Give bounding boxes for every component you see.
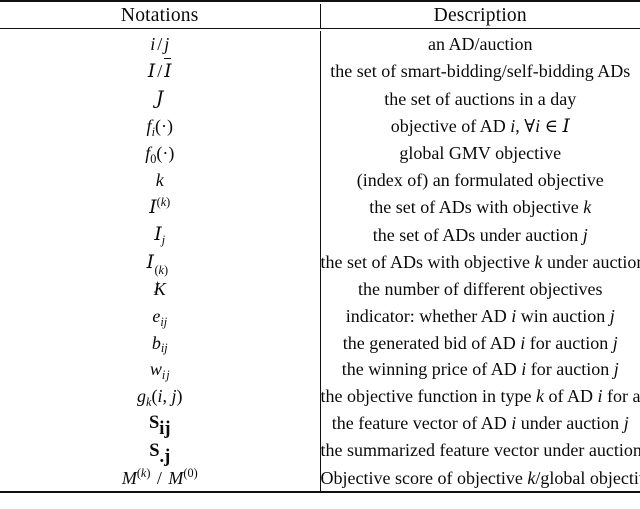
notation-symbol: Ij (154, 224, 166, 248)
notation-cell: I (k) j (0, 248, 321, 293)
description-text: the set of ADs with objective k under au… (320, 252, 640, 273)
description-cell: the generated bid of AD i for auction j (320, 330, 640, 357)
notation-symbol: wi j (149, 359, 170, 383)
notation-symbol: gk(i, j) (137, 385, 183, 409)
description-text: the set of ADs under auction j (372, 224, 588, 245)
description-text: the number of different objectives (357, 279, 603, 300)
notation-cell: gk(i, j) (0, 382, 321, 410)
notation-symbol: S.j (149, 440, 171, 467)
column-header-notations-label: Notations (120, 5, 199, 26)
description-text: the set of auctions in a day (384, 88, 577, 109)
notation-cell: S.j (0, 436, 321, 467)
notation-symbol: Sij (148, 413, 171, 440)
table-row: I(k) the set of ADs with objective k (0, 193, 640, 222)
table-header-row: Notations Description (0, 4, 640, 29)
table-row: gk(i, j) the objective function in type … (0, 382, 640, 410)
description-cell: the set of ADs under auction j (320, 221, 640, 249)
notation-cell: eij (0, 302, 321, 330)
description-cell: the set of ADs with objective k under au… (320, 249, 640, 277)
description-cell: the feature vector of AD i under auction… (320, 409, 640, 437)
notation-symbol: fi(·) (146, 116, 173, 140)
table-row: J the set of auctions in a day (0, 85, 640, 113)
table-row: S.j the summarized feature vector under … (0, 436, 640, 467)
description-text: Objective score of objective k/global ob… (320, 467, 640, 488)
notation-symbol: I / I (148, 57, 172, 86)
description-cell: the set of auctions in a day (320, 85, 640, 113)
notation-cell: J (0, 85, 321, 113)
description-cell: Objective score of objective k/global ob… (320, 465, 640, 493)
column-header-description-label: Description (433, 5, 527, 26)
description-text: an AD/auction (428, 34, 533, 54)
table-row: f0(·) global GMV objective (0, 140, 640, 167)
notation-symbol: J (156, 88, 164, 110)
column-header-description: Description (320, 4, 640, 29)
description-cell: the winning price of AD i for auction j (320, 356, 640, 383)
notation-symbol: f0(·) (145, 143, 175, 167)
notation-cell: bij (0, 329, 321, 357)
notation-symbol: I(k) (149, 195, 171, 218)
notation-cell: Sij (0, 409, 321, 440)
table-row: k (index of) an formulated objective (0, 166, 640, 194)
notation-symbol: k (155, 169, 164, 190)
table-bottom-rule (0, 491, 640, 496)
description-cell: objective of AD i, ∀i ∈ I (320, 113, 640, 141)
notation-table: Notations Description i / j an AD/auction … (0, 0, 640, 496)
description-text: (index of) an formulated objective (356, 169, 604, 190)
description-text: the winning price of AD i for auction j (341, 359, 619, 380)
table-row: Ij the set of ADs under auction j (0, 221, 640, 249)
notation-symbol: eij (152, 305, 168, 329)
description-text: indicator: whether AD i win auction j (345, 305, 615, 326)
description-cell: the objective function in type k of AD i… (320, 383, 640, 410)
table-row: K the number of different objectives (0, 276, 640, 303)
notation-symbol: M(k) / M(0) (121, 466, 198, 488)
description-text: the feature vector of AD i under auction… (331, 412, 629, 433)
table-row: i / j an AD/auction (0, 31, 640, 58)
notation-cell: I(k) (0, 193, 321, 222)
description-cell: the summarized feature vector under auct… (320, 437, 640, 465)
notation-cell: fi(·) (0, 112, 321, 141)
table-row: M(k) / M(0) Objective score of objective… (0, 464, 640, 493)
notation-cell: I / I (0, 57, 321, 86)
description-text: the set of ADs with objective k (369, 197, 592, 218)
table-row: I / I the set of smart-bidding/self-biddin… (0, 57, 640, 86)
notation-symbol: i / j (150, 34, 170, 54)
table-row: bij the generated bid of AD i for auctio… (0, 329, 640, 357)
description-cell: the number of different objectives (320, 276, 640, 303)
notation-cell: wi j (0, 356, 321, 383)
description-cell: the set of smart-bidding/self-bidding AD… (320, 58, 640, 86)
description-cell: the set of ADs with objective k (320, 194, 640, 222)
notation-symbol: bij (151, 332, 168, 356)
table-row: Sij the feature vector of AD i under auc… (0, 409, 640, 440)
notation-symbol: I (k) j (146, 251, 169, 293)
description-text: the generated bid of AD i for auction j (342, 332, 618, 353)
table-row: fi(·) objective of AD i, ∀i ∈ I (0, 112, 640, 141)
table-row: wi j the winning price of AD i for aucti… (0, 356, 640, 383)
description-cell: global GMV objective (320, 140, 640, 167)
column-header-notations: Notations (0, 4, 321, 29)
description-text: global GMV objective (399, 143, 562, 164)
description-text: the summarized feature vector under auct… (320, 440, 640, 461)
notation-cell: i / j (0, 31, 321, 58)
notation-cell: f0(·) (0, 140, 321, 167)
notation-cell: M(k) / M(0) (0, 464, 321, 493)
description-text: the objective function in type k of AD i… (320, 385, 640, 406)
table-row: I (k) j the set of ADs with objective k un… (0, 248, 640, 293)
notation-cell: k (0, 166, 321, 194)
description-cell: indicator: whether AD i win auction j (320, 303, 640, 330)
notation-cell: Ij (0, 221, 321, 249)
description-text: the set of smart-bidding/self-bidding AD… (330, 61, 631, 82)
description-cell: (index of) an formulated objective (320, 167, 640, 194)
description-text: objective of AD i, ∀i ∈ I (390, 115, 570, 137)
table-row: eij indicator: whether AD i win auction … (0, 302, 640, 330)
description-cell: an AD/auction (320, 31, 640, 58)
